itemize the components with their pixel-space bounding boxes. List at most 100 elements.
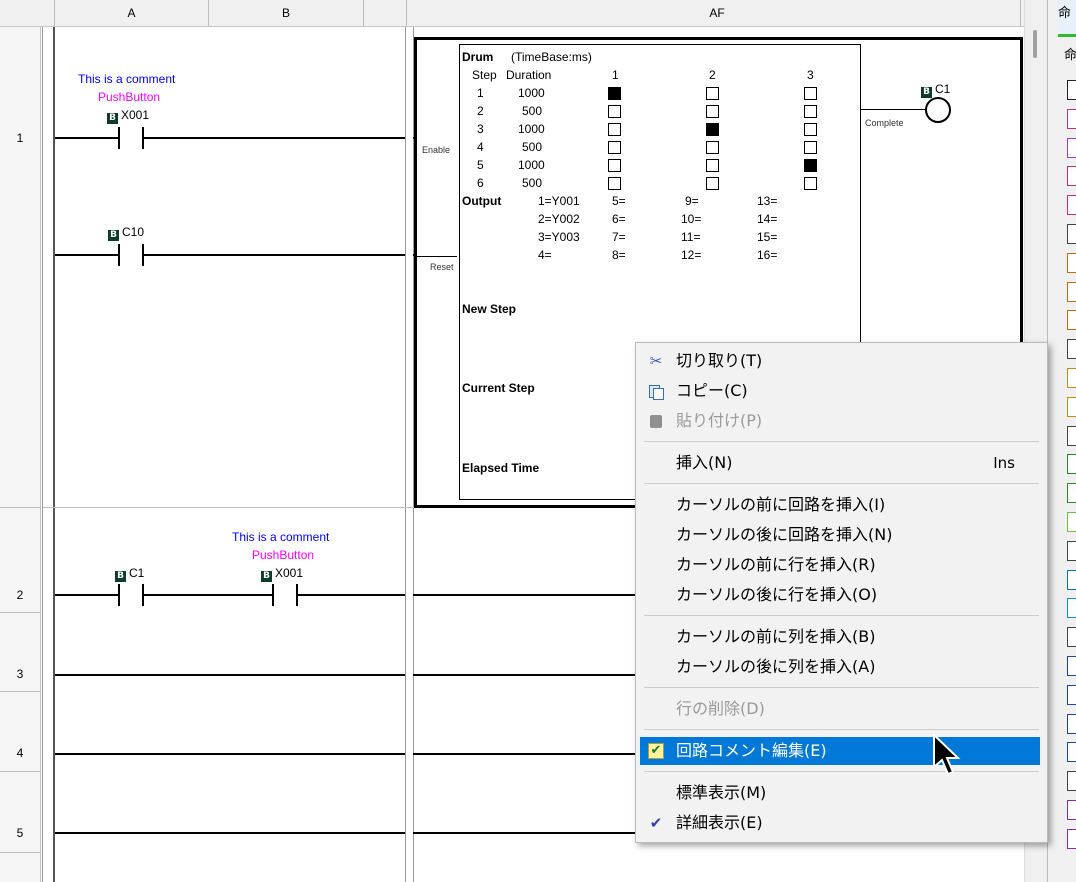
menu-insert[interactable]: 挿入(N) Ins [636,449,1047,477]
menu-paste[interactable]: 貼り付け(P) [636,407,1047,435]
rung2-contact-x001[interactable] [272,584,298,606]
rung2-contact-x001-label: B X001 [261,566,303,582]
drum-timebase: (TimeBase:ms) [511,50,592,64]
drum-state-cell[interactable] [706,177,719,190]
instruction-tool-icon[interactable] [1067,339,1076,360]
drum-state-cell[interactable] [706,87,719,100]
row-number-2[interactable]: 2 [0,508,40,613]
drum-state-cell[interactable] [804,105,817,118]
row-number-3[interactable]: 3 [0,613,40,692]
column-header-af[interactable]: AF [414,0,1021,26]
drum-state-cell[interactable] [608,87,621,100]
drum-state-cell[interactable] [804,87,817,100]
output-16: 16= [757,248,778,262]
instruction-tool-icon[interactable] [1067,742,1076,763]
instruction-tool-icon[interactable] [1067,310,1076,331]
instruction-tool-icon[interactable] [1067,800,1076,820]
instruction-tool-icon[interactable] [1067,195,1076,216]
output-7: 7= [612,230,626,244]
menu-edit-rung-comment[interactable]: ✔ 回路コメント編集(E) [640,737,1040,765]
menu-detail-view[interactable]: ✔ 詳細表示(E) [636,809,1047,837]
drum-duration-3: 1000 [518,122,545,136]
instruction-tool-icon[interactable] [1067,137,1076,158]
rung1-contact-c10[interactable] [118,244,144,266]
coil-c1[interactable] [925,97,951,123]
drum-state-cell[interactable] [608,159,621,172]
rung2-contact-c1[interactable] [118,584,144,606]
menu-copy[interactable]: コピー(C) [636,377,1047,405]
instruction-tool-icon[interactable] [1067,713,1076,734]
menu-detail-view-label: 詳細表示(E) [676,813,763,832]
instruction-tool-icon[interactable] [1067,252,1076,273]
drum-state-cell[interactable] [608,141,621,154]
column-header-b[interactable]: B [209,0,364,26]
drum-state-cell[interactable] [706,105,719,118]
menu-insert-rung-after[interactable]: カーソルの後に回路を挿入(N) [636,521,1047,549]
header-corner[interactable] [0,0,55,26]
column-header-a[interactable]: A [55,0,209,26]
drum-state-cell[interactable] [608,123,621,136]
menu-insert-col-before[interactable]: カーソルの前に列を挿入(B) [636,623,1047,651]
row-number-4[interactable]: 4 [0,692,40,772]
instruction-tool-icon[interactable] [1067,828,1076,849]
rung1-contact-x001[interactable] [118,127,144,149]
output-1: 1=Y001 [538,194,580,208]
drum-state-cell[interactable] [706,159,719,172]
rung2-contact-x001-text: X001 [275,566,304,580]
instruction-tool-icon[interactable] [1067,396,1076,417]
menu-insert-row-before[interactable]: カーソルの前に行を挿入(R) [636,551,1047,579]
drum-state-cell[interactable] [706,141,719,154]
instruction-tool-icon[interactable] [1067,281,1076,302]
instruction-tool-icon[interactable] [1067,569,1076,590]
instruction-tool-icon[interactable] [1067,80,1076,100]
menu-standard-view[interactable]: 標準表示(M) [636,779,1047,807]
menu-insert-shortcut: Ins [993,454,1015,472]
instruction-tool-icon[interactable] [1067,656,1076,676]
menu-insert-rung-before[interactable]: カーソルの前に回路を挿入(I) [636,491,1047,519]
drum-state-cell[interactable] [804,177,817,190]
instruction-tool-icon[interactable] [1067,108,1076,129]
instruction-tool-icon[interactable] [1067,368,1076,388]
rung3-line-right [413,674,635,676]
left-power-rail [42,27,43,882]
menu-cut[interactable]: ✂ 切り取り(T) [636,347,1047,375]
instruction-tool-icon[interactable] [1067,483,1076,504]
menu-insert-row-after[interactable]: カーソルの後に行を挿入(O) [636,581,1047,609]
instruction-tool-icon[interactable] [1067,540,1076,561]
instruction-tool-icon[interactable] [1067,425,1076,446]
bit-device-icon-5: B [261,571,272,582]
row-number-5[interactable]: 5 [0,772,40,853]
drum-new-step: New Step [462,302,517,316]
menu-cut-label: 切り取り(T) [676,351,763,370]
row-number-1[interactable]: 1 [0,27,40,508]
drum-duration-2: 500 [522,104,543,118]
instruction-tool-icon[interactable] [1067,166,1076,187]
drum-state-cell[interactable] [608,105,621,118]
instruction-tool-icon[interactable] [1067,224,1076,244]
right-panel-tab[interactable]: 命 [1058,0,1076,37]
bit-device-icon: B [107,113,118,124]
column-header-gap[interactable] [364,0,407,26]
drum-step-5: 5 [477,158,484,172]
coil-c1-text: C1 [935,82,951,96]
menu-insert-col-after[interactable]: カーソルの後に列を挿入(A) [636,653,1047,681]
drum-state-cell[interactable] [804,123,817,136]
drum-state-cell[interactable] [608,177,621,190]
menu-delete-row[interactable]: 行の削除(D) [636,695,1047,723]
drum-elapsed-time: Elapsed Time [462,461,540,475]
enable-label: Enable [422,145,451,155]
instruction-tool-icon[interactable] [1067,771,1076,792]
checkmark-icon: ✔ [649,814,663,832]
drum-state-cell[interactable] [804,141,817,154]
instruction-tool-icon[interactable] [1067,454,1076,475]
drum-state-cell[interactable] [804,159,817,172]
instruction-tool-icon[interactable] [1067,684,1076,705]
scrollbar-thumb[interactable] [1033,30,1037,58]
menu-insert-row-before-label: カーソルの前に行を挿入(R) [676,555,876,574]
instruction-tool-icon[interactable] [1067,598,1076,619]
menu-separator-2 [644,483,1039,484]
drum-state-cell[interactable] [706,123,719,136]
instruction-tool-icon[interactable] [1067,627,1076,648]
instruction-tool-icon[interactable] [1067,512,1076,532]
menu-edit-rung-comment-label: 回路コメント編集(E) [676,741,827,760]
